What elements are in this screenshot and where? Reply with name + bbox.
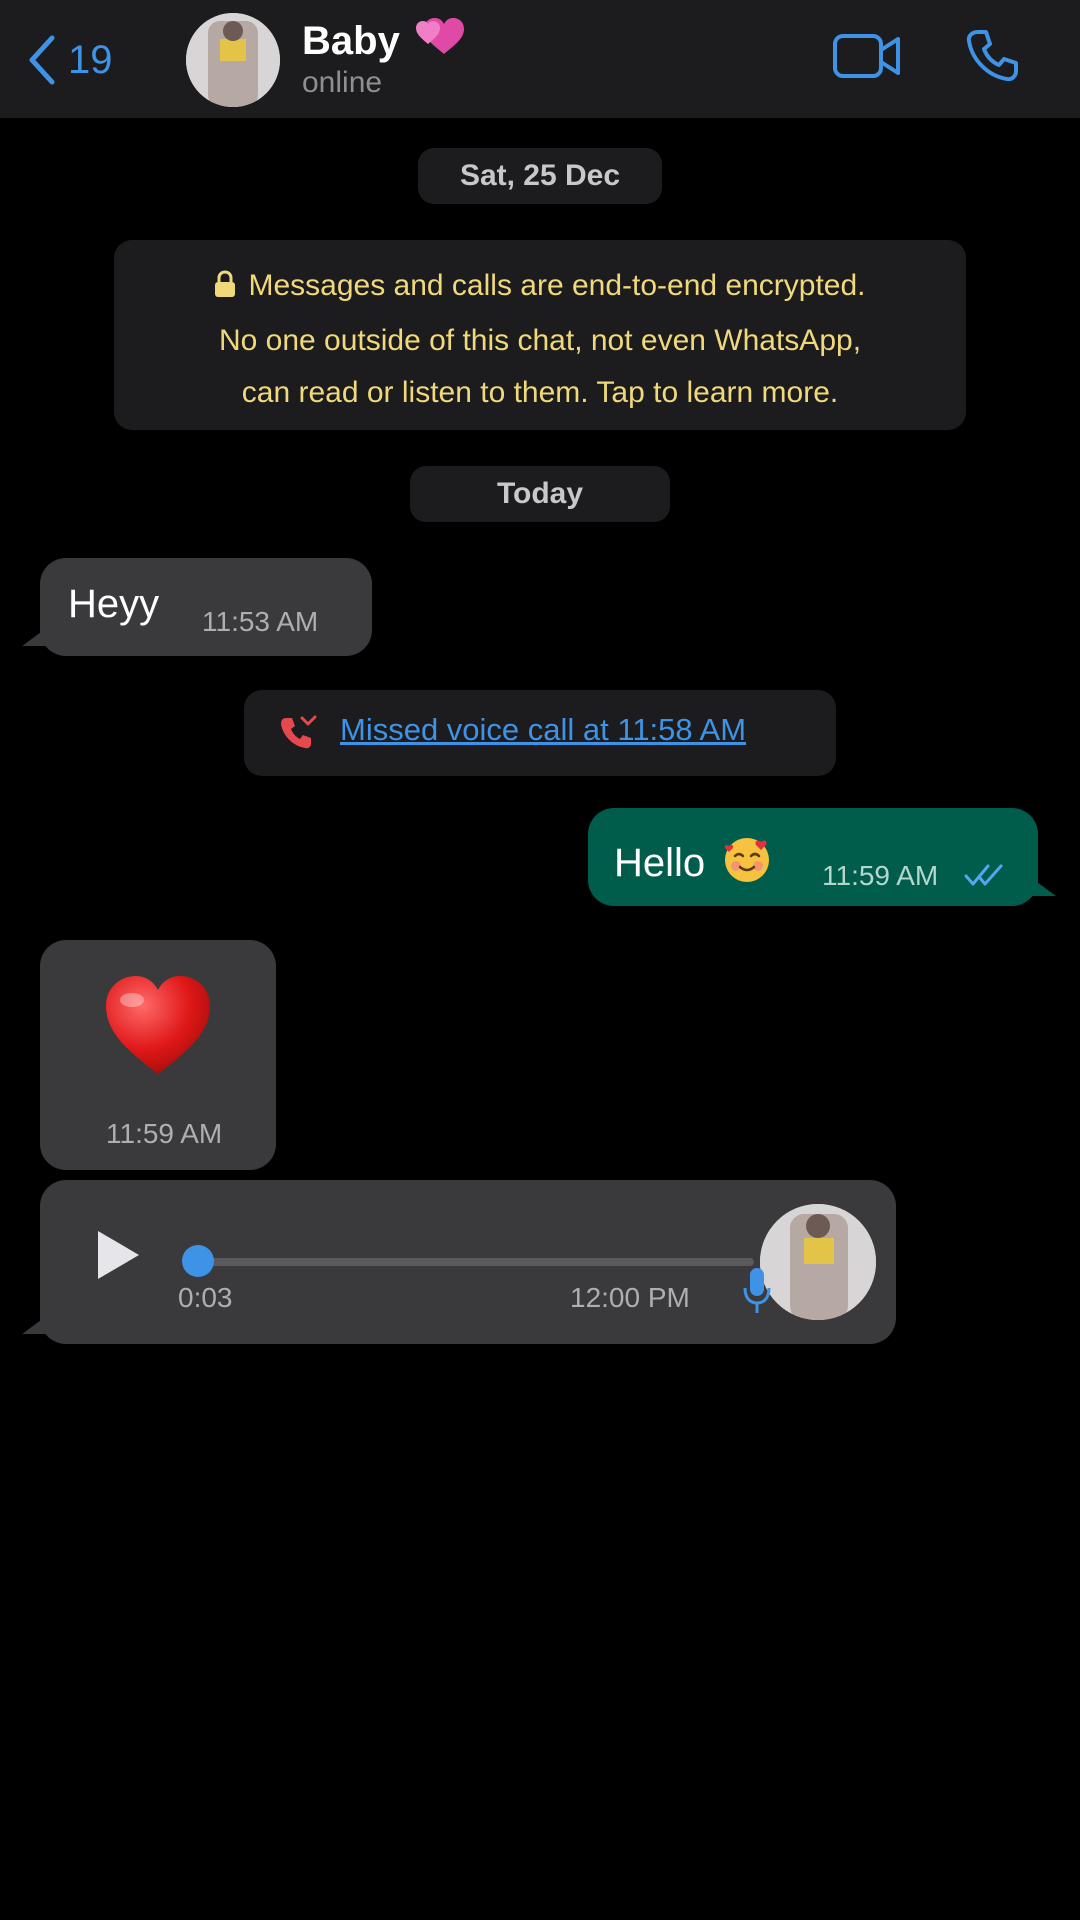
red-heart-icon: [102, 974, 214, 1083]
contact-name[interactable]: Baby: [302, 14, 466, 68]
outgoing-message[interactable]: Hello 11:59 AM: [588, 808, 1056, 906]
bubble-tail: [22, 624, 52, 646]
phone-icon: [964, 30, 1020, 88]
play-button[interactable]: [94, 1228, 142, 1282]
two-hearts-icon: [414, 14, 466, 68]
incoming-message[interactable]: Heyy 11:53 AM: [22, 558, 372, 656]
message-time: 11:59 AM: [822, 860, 939, 891]
message-time: 11:53 AM: [202, 606, 319, 637]
message-content: Hello: [614, 832, 773, 894]
voice-duration: 0:03: [178, 1282, 233, 1313]
missed-call-notice[interactable]: Missed voice call at 11:58 AM: [244, 690, 836, 776]
video-camera-icon: [832, 34, 902, 86]
chevron-left-icon: [26, 34, 56, 86]
incoming-message[interactable]: 11:59 AM: [40, 940, 276, 1170]
sender-avatar: [760, 1204, 876, 1320]
microphone-icon: [742, 1266, 772, 1321]
date-separator: Sat, 25 Dec: [418, 148, 662, 204]
play-icon: [98, 1231, 139, 1279]
voice-message[interactable]: 0:03 12:00 PM: [22, 1180, 896, 1344]
encryption-notice[interactable]: Messages and calls are end-to-end encryp…: [114, 240, 966, 430]
voice-call-button[interactable]: [964, 28, 1020, 84]
encryption-line-1: Messages and calls are end-to-end encryp…: [114, 260, 966, 315]
chat-header: 19 Baby online: [0, 0, 1080, 118]
read-receipt-icon: [964, 862, 1006, 893]
bubble-tail: [1026, 874, 1056, 896]
message-text: Heyy: [68, 582, 160, 626]
contact-name-text: Baby: [302, 18, 400, 63]
missed-call-text[interactable]: Missed voice call at 11:58 AM: [340, 712, 746, 748]
encryption-line-3: can read or listen to them. Tap to learn…: [241, 376, 839, 409]
unread-count: 19: [68, 37, 113, 82]
bubble-tail: [22, 1312, 52, 1334]
encryption-line-2: No one outside of this chat, not even Wh…: [218, 324, 862, 357]
lock-icon: [214, 263, 236, 315]
message-time: 11:59 AM: [106, 1118, 223, 1149]
smiling-face-with-hearts-icon: [721, 832, 773, 894]
message-text: Hello: [614, 840, 706, 885]
video-call-button[interactable]: [832, 30, 902, 82]
back-button[interactable]: 19: [26, 28, 113, 92]
message-time: 12:00 PM: [570, 1282, 690, 1313]
voice-progress-thumb[interactable]: [182, 1245, 214, 1277]
contact-avatar[interactable]: [186, 13, 280, 107]
contact-status: online: [302, 66, 383, 99]
voice-progress-track[interactable]: [190, 1258, 754, 1266]
encryption-line-1-text: Messages and calls are end-to-end encryp…: [248, 269, 866, 302]
missed-call-icon: [278, 714, 318, 755]
date-separator: Today: [410, 466, 670, 522]
